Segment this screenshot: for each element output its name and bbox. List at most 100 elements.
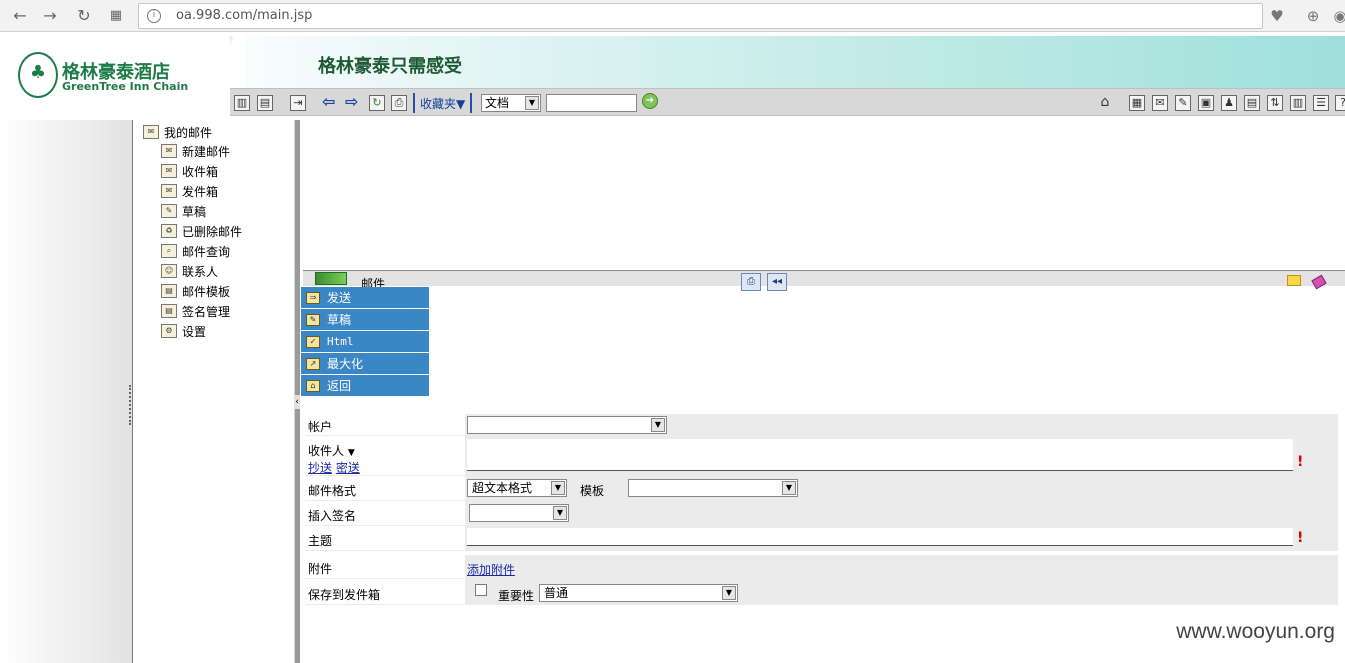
chevron-down-icon[interactable]: ▼ <box>782 481 796 495</box>
cc-link[interactable]: 抄送 <box>308 461 332 475</box>
tree-item-new-mail[interactable]: ✉ 新建邮件 <box>161 141 293 161</box>
recipient-row: 收件人 ▼ 抄送 密送 ! <box>305 436 1338 476</box>
splitter[interactable] <box>294 120 300 663</box>
print-icon[interactable]: ⎙ <box>391 95 407 111</box>
cc-bcc-links: 抄送 密送 <box>308 459 360 476</box>
document-icon[interactable]: ▤ <box>1244 95 1260 111</box>
account-select[interactable]: ▼ <box>467 416 667 434</box>
subject-input[interactable] <box>467 528 1293 546</box>
maximize-button[interactable]: ↗ 最大化 <box>301 353 429 375</box>
back-icon[interactable]: ← <box>10 6 30 26</box>
chevron-down-icon[interactable]: ▼ <box>525 96 539 110</box>
tree-item-inbox[interactable]: ✉ 收件箱 <box>161 161 293 181</box>
format-label: 邮件格式 <box>308 484 357 498</box>
format-cell: 超文本格式 ▼ 模板 ▼ <box>465 476 1338 500</box>
send-button[interactable]: ⇒ 发送 <box>301 287 429 309</box>
recipient-label[interactable]: 收件人 ▼ <box>308 442 355 459</box>
tree-item-label: 草稿 <box>182 204 207 219</box>
tree-item-label: 已删除邮件 <box>182 224 243 239</box>
attachment-label: 附件 <box>308 562 333 576</box>
save-draft-button[interactable]: ✎ 草稿 <box>301 309 429 331</box>
heart-icon[interactable]: ♥ <box>1267 6 1287 26</box>
panel-grip[interactable] <box>129 385 132 425</box>
search-scope-select[interactable]: 文档 ▼ <box>481 94 541 112</box>
add-attachment-link[interactable]: 添加附件 <box>467 561 515 578</box>
importance-value: 普通 <box>544 586 569 600</box>
tree-item-settings[interactable]: ⚙ 设置 <box>161 321 293 341</box>
tree-root-label: 我的邮件 <box>164 125 213 140</box>
folder-icon[interactable] <box>1287 275 1301 286</box>
apps-icon[interactable]: ▦ <box>106 6 126 26</box>
home-icon[interactable]: ⌂ <box>1097 95 1113 111</box>
help-icon[interactable]: ? <box>1335 95 1345 111</box>
format-select[interactable]: 超文本格式 ▼ <box>467 479 567 497</box>
search-scope-value: 文档 <box>485 96 510 110</box>
signature-select[interactable]: ▼ <box>469 504 569 522</box>
subject-cell: ! <box>465 526 1338 550</box>
mail-send-icon <box>315 272 347 285</box>
print-button[interactable]: ⎙ <box>741 273 761 291</box>
search-input[interactable] <box>546 94 637 112</box>
tree-item-search[interactable]: ⌕ 邮件查询 <box>161 241 293 261</box>
new-mail-icon: ✉ <box>161 144 177 158</box>
tree-item-signatures[interactable]: ▤ 签名管理 <box>161 301 293 321</box>
caret-down-icon[interactable]: ▼ <box>348 448 355 458</box>
recipient-input[interactable] <box>467 439 1293 471</box>
template-select[interactable]: ▼ <box>628 479 798 497</box>
tree-item-outbox[interactable]: ✉ 发件箱 <box>161 181 293 201</box>
mail-title-bar: 邮件 ⎙ ◂◂ <box>303 270 1345 291</box>
tree-item-drafts[interactable]: ✎ 草稿 <box>161 201 293 221</box>
chevron-down-icon[interactable]: ▼ <box>651 418 665 432</box>
html-button[interactable]: ✓ Html <box>301 331 429 353</box>
back-arrow-icon[interactable]: ⇦ <box>322 92 335 111</box>
search-go-icon[interactable]: ➔ <box>642 93 658 109</box>
return-icon: ⌂ <box>306 379 320 392</box>
template-icon: ▤ <box>161 284 177 298</box>
save-checkbox[interactable] <box>475 584 487 596</box>
transfer-icon[interactable]: ⇅ <box>1267 95 1283 111</box>
notes-icon[interactable]: ☰ <box>1313 95 1329 111</box>
html-icon: ✓ <box>306 335 320 348</box>
address-bar[interactable]: i oa.998.com/main.jsp <box>138 3 1263 29</box>
edit-icon[interactable]: ✎ <box>1175 95 1191 111</box>
signature-icon: ▤ <box>161 304 177 318</box>
toolbar-separator <box>470 93 472 113</box>
report-icon[interactable]: ▣ <box>1198 95 1214 111</box>
calendar-icon[interactable]: ▦ <box>1129 95 1145 111</box>
users-icon[interactable]: ♟ <box>1221 95 1237 111</box>
forward-icon[interactable]: → <box>40 6 60 26</box>
left-panel <box>0 120 133 663</box>
draft-label: 草稿 <box>327 313 352 327</box>
eraser-icon[interactable] <box>1311 274 1327 290</box>
url-text[interactable]: oa.998.com/main.jsp <box>176 8 312 23</box>
forward-arrow-icon[interactable]: ⇨ <box>345 92 358 111</box>
mail-icon[interactable]: ✉ <box>1152 95 1168 111</box>
return-button[interactable]: ⌂ 返回 <box>301 375 429 397</box>
favorites-menu[interactable]: 收藏夹▼ <box>420 95 465 112</box>
refresh-icon[interactable]: ↻ <box>369 95 385 111</box>
tree-item-deleted[interactable]: ♻ 已删除邮件 <box>161 221 293 241</box>
reload-icon[interactable]: ↻ <box>74 6 94 26</box>
tree-item-templates[interactable]: ▤ 邮件模板 <box>161 281 293 301</box>
exit-icon[interactable]: ⇥ <box>290 95 306 111</box>
chevron-down-icon[interactable]: ▼ <box>553 506 567 520</box>
collapse-left-icon[interactable]: ‹ <box>294 395 300 409</box>
layout-top-icon[interactable]: ▤ <box>257 95 273 111</box>
tree-item-contacts[interactable]: ☺ 联系人 <box>161 261 293 281</box>
html-label: Html <box>327 335 354 348</box>
chevron-down-icon[interactable]: ▼ <box>722 586 736 600</box>
columns-icon[interactable]: ▥ <box>1290 95 1306 111</box>
tree-root[interactable]: ✉ 我的邮件 <box>143 123 293 141</box>
attachment-cell: 添加附件 <box>465 555 1338 578</box>
download-icon[interactable]: ⊕ <box>1303 6 1323 26</box>
bcc-link[interactable]: 密送 <box>336 461 360 475</box>
page-info-icon[interactable]: i <box>147 9 161 23</box>
layout-left-icon[interactable]: ▥ <box>234 95 250 111</box>
account-label: 帐户 <box>308 420 333 434</box>
return-label: 返回 <box>327 379 352 393</box>
format-value: 超文本格式 <box>472 481 533 495</box>
rewind-button[interactable]: ◂◂ <box>767 273 787 291</box>
chevron-down-icon[interactable]: ▼ <box>551 481 565 495</box>
account-icon[interactable]: ◉ <box>1330 6 1345 26</box>
importance-select[interactable]: 普通 ▼ <box>539 584 738 602</box>
